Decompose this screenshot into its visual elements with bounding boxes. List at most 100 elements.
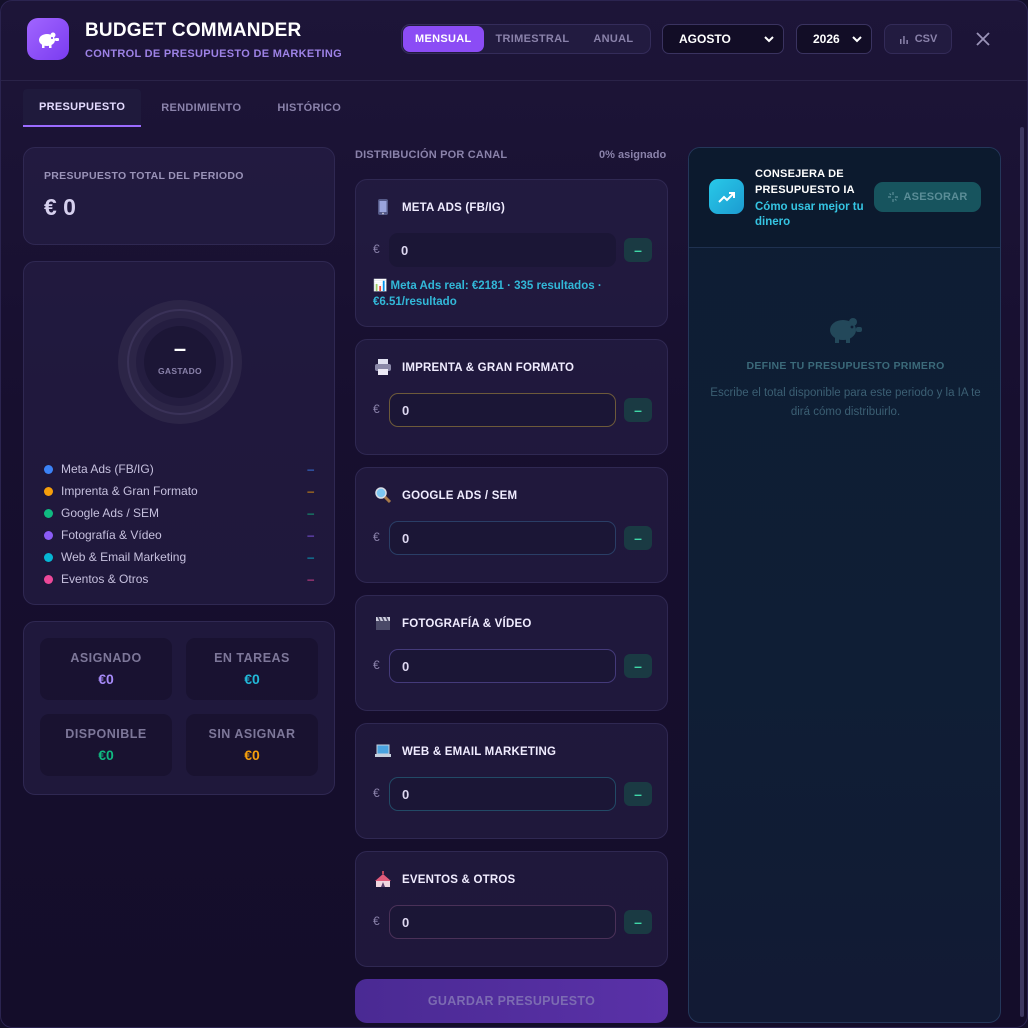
channel-name: IMPRENTA & GRAN FORMATO bbox=[402, 362, 575, 374]
distribution-percentage: 0% asignado bbox=[599, 149, 667, 161]
legend-item: Google Ads / SEM – bbox=[44, 502, 314, 524]
advisor-empty-text: Escribe el total disponible para este pe… bbox=[710, 387, 981, 418]
spend-chart-card: – GASTADO Meta Ads (FB/IG) – Imprenta & … bbox=[23, 261, 335, 605]
channel-name: META ADS (FB/IG) bbox=[402, 202, 506, 214]
bar-chart-icon bbox=[899, 36, 908, 44]
app-title: BUDGET COMMANDER bbox=[85, 20, 302, 41]
channel-amount-input[interactable]: 0 bbox=[389, 393, 616, 427]
legend-dot bbox=[44, 508, 53, 518]
channel-card-photo-video: FOTOGRAFÍA & VÍDEO € 0 – bbox=[355, 595, 668, 711]
month-select-value: AGOSTO bbox=[679, 32, 731, 46]
stats-card: ASIGNADO €0 EN TAREAS €0 DISPONIBLE €0 S… bbox=[23, 621, 335, 795]
piggy-bank-icon bbox=[830, 318, 862, 343]
period-monthly-button[interactable]: MENSUAL bbox=[403, 26, 484, 52]
clear-amount-button[interactable]: – bbox=[624, 238, 652, 262]
channel-card-meta-ads: META ADS (FB/IG) € 0 – 📊 Meta Ads real: … bbox=[355, 179, 668, 327]
assigned-stat: ASIGNADO €0 bbox=[40, 638, 172, 700]
legend-value: – bbox=[307, 484, 314, 498]
legend-value: – bbox=[307, 506, 314, 520]
advise-button-label: ASESORAR bbox=[903, 191, 968, 203]
legend-value: – bbox=[307, 528, 314, 542]
assigned-stat-value: €0 bbox=[98, 671, 114, 687]
year-select[interactable]: 2026 bbox=[796, 24, 872, 54]
legend-label: Meta Ads (FB/IG) bbox=[61, 462, 154, 476]
month-select[interactable]: AGOSTO bbox=[662, 24, 784, 54]
channel-card-web-email: WEB & EMAIL MARKETING € 0 – bbox=[355, 723, 668, 839]
magnifier-icon bbox=[375, 487, 392, 504]
clear-amount-button[interactable]: – bbox=[624, 782, 652, 806]
channel-amount-input[interactable]: 0 bbox=[389, 233, 616, 267]
legend-value: – bbox=[307, 550, 314, 564]
legend-label: Imprenta & Gran Formato bbox=[61, 484, 198, 498]
channel-amount-input[interactable]: 0 bbox=[389, 521, 616, 555]
channel-amount-input[interactable]: 0 bbox=[389, 777, 616, 811]
channel-amount-input[interactable]: 0 bbox=[389, 905, 616, 939]
channel-legend: Meta Ads (FB/IG) – Imprenta & Gran Forma… bbox=[44, 458, 314, 590]
period-quarterly-button[interactable]: TRIMESTRAL bbox=[484, 26, 582, 52]
period-annual-button[interactable]: ANUAL bbox=[581, 26, 645, 52]
currency-symbol: € bbox=[373, 658, 380, 672]
total-budget-value[interactable]: € 0 bbox=[44, 194, 76, 221]
legend-dot bbox=[44, 552, 53, 562]
distribution-title: DISTRIBUCIÓN POR CANAL bbox=[355, 149, 508, 161]
legend-dot bbox=[44, 530, 53, 540]
currency-symbol: € bbox=[373, 914, 380, 928]
meta-ads-real-note: 📊 Meta Ads real: €2181 · 335 resultados … bbox=[373, 280, 602, 308]
piggy-bank-logo-icon bbox=[27, 18, 69, 60]
available-stat-label: DISPONIBLE bbox=[65, 727, 147, 741]
advise-button[interactable]: ASESORAR bbox=[874, 182, 981, 212]
csv-export-button[interactable]: CSV bbox=[884, 24, 952, 54]
currency-symbol: € bbox=[373, 786, 380, 800]
channel-name: GOOGLE ADS / SEM bbox=[402, 490, 518, 502]
legend-value: – bbox=[307, 462, 314, 476]
channel-name: FOTOGRAFÍA & VÍDEO bbox=[402, 618, 532, 630]
legend-dot bbox=[44, 574, 53, 584]
clear-amount-button[interactable]: – bbox=[624, 910, 652, 934]
mobile-phone-icon bbox=[378, 199, 388, 215]
legend-item: Eventos & Otros – bbox=[44, 568, 314, 590]
tab-budget[interactable]: PRESUPUESTO bbox=[23, 89, 142, 127]
clapperboard-icon bbox=[376, 616, 390, 630]
spend-donut-chart bbox=[118, 300, 242, 424]
legend-label: Eventos & Otros bbox=[61, 572, 149, 586]
laptop-icon bbox=[375, 744, 391, 757]
total-budget-label: PRESUPUESTO TOTAL DEL PERIODO bbox=[44, 170, 244, 182]
year-select-value: 2026 bbox=[813, 32, 840, 46]
channel-card-events: EVENTOS & OTROS € 0 – bbox=[355, 851, 668, 967]
save-budget-button[interactable]: GUARDAR PRESUPUESTO bbox=[355, 979, 668, 1023]
ai-advisor-panel: CONSEJERA DE PRESUPUESTO IA Cómo usar me… bbox=[688, 147, 1001, 1023]
chevron-down-icon bbox=[764, 36, 774, 43]
channel-card-google-ads: GOOGLE ADS / SEM € 0 – bbox=[355, 467, 668, 583]
trending-up-icon bbox=[709, 179, 744, 214]
legend-value: – bbox=[307, 572, 314, 586]
unassigned-stat-label: SIN ASIGNAR bbox=[208, 727, 296, 741]
tab-history[interactable]: HISTÓRICO bbox=[261, 89, 357, 127]
legend-label: Google Ads / SEM bbox=[61, 506, 160, 520]
tab-bar: PRESUPUESTO RENDIMIENTO HISTÓRICO bbox=[23, 89, 361, 127]
legend-label: Web & Email Marketing bbox=[61, 550, 187, 564]
clear-amount-button[interactable]: – bbox=[624, 526, 652, 550]
in-tasks-stat-label: EN TAREAS bbox=[214, 651, 290, 665]
legend-label: Fotografía & Vídeo bbox=[61, 528, 162, 542]
available-stat-value: €0 bbox=[98, 747, 114, 763]
channel-amount-input[interactable]: 0 bbox=[389, 649, 616, 683]
vertical-scrollbar[interactable] bbox=[1020, 127, 1024, 1017]
chevron-down-icon bbox=[852, 36, 862, 43]
tab-performance[interactable]: RENDIMIENTO bbox=[145, 89, 257, 127]
in-tasks-stat-value: €0 bbox=[244, 671, 260, 687]
total-budget-card: PRESUPUESTO TOTAL DEL PERIODO € 0 bbox=[23, 147, 335, 245]
unassigned-stat-value: €0 bbox=[244, 747, 260, 763]
clear-amount-button[interactable]: – bbox=[624, 654, 652, 678]
channel-name: EVENTOS & OTROS bbox=[402, 874, 516, 886]
advisor-subtitle: Cómo usar mejor tu dinero bbox=[755, 201, 864, 228]
csv-label: CSV bbox=[914, 33, 938, 45]
currency-symbol: € bbox=[373, 242, 380, 256]
legend-item: Fotografía & Vídeo – bbox=[44, 524, 314, 546]
printer-icon bbox=[375, 359, 391, 375]
close-icon[interactable] bbox=[973, 29, 993, 49]
legend-dot bbox=[44, 486, 53, 496]
sparkle-icon bbox=[887, 192, 898, 202]
clear-amount-button[interactable]: – bbox=[624, 398, 652, 422]
currency-symbol: € bbox=[373, 530, 380, 544]
legend-item: Meta Ads (FB/IG) – bbox=[44, 458, 314, 480]
